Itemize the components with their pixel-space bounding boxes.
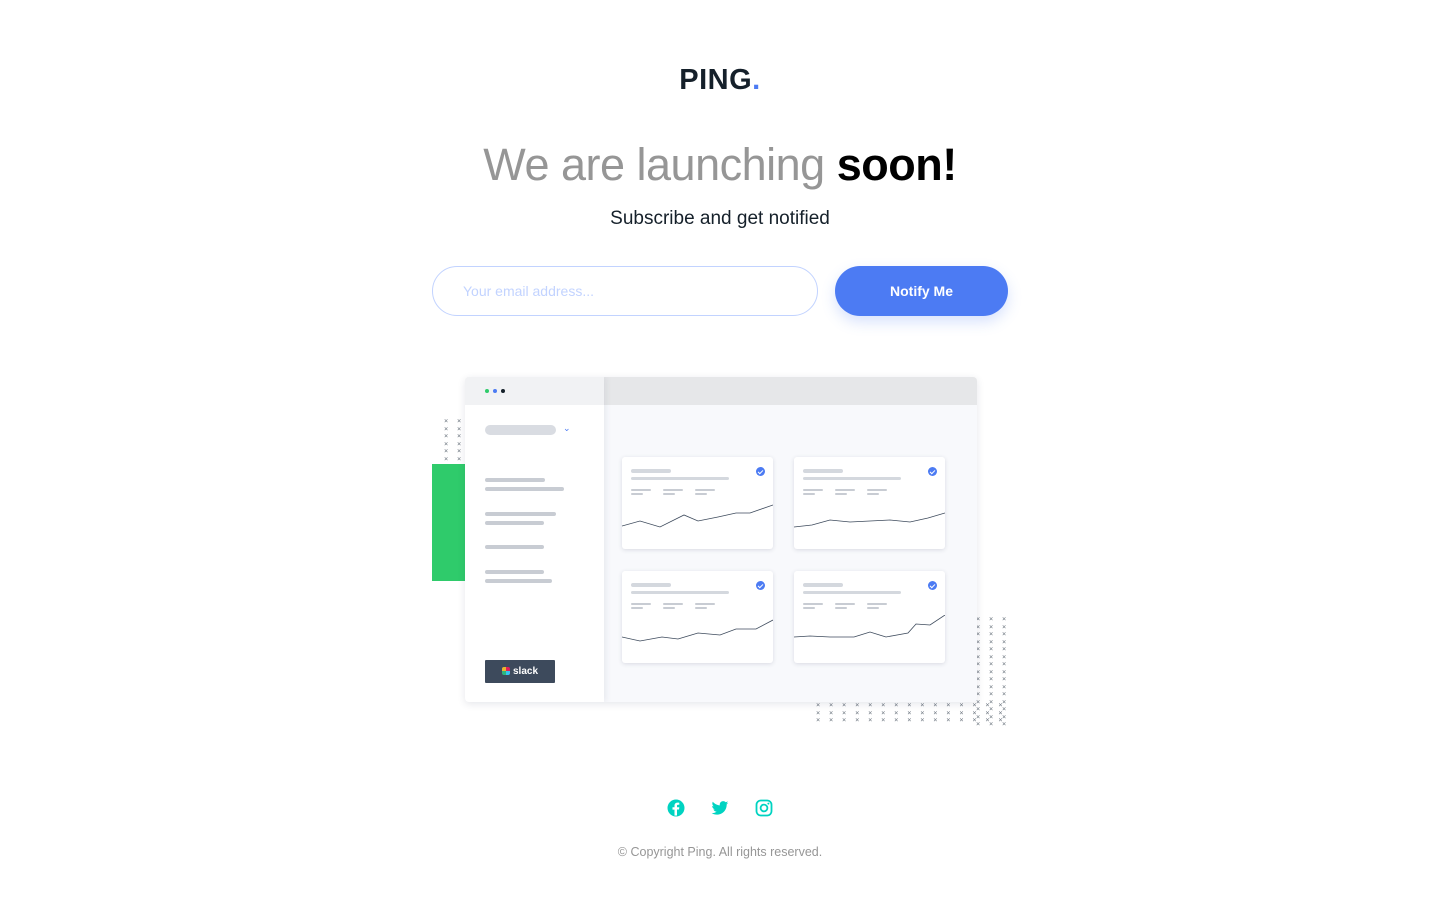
slack-badge: slack <box>485 660 555 683</box>
sidebar-line <box>485 579 552 583</box>
logo-text: PING <box>679 64 753 96</box>
chevron-down-icon: ⌄ <box>563 423 571 433</box>
page: PING. We are launching soon! Subscribe a… <box>0 0 1440 900</box>
headline-light: We are launching <box>483 139 825 190</box>
decorative-x-pattern: × × × × × × × × × × × × × × × × × × × × … <box>816 702 1005 724</box>
subheadline: Subscribe and get notified <box>610 208 830 229</box>
window-dot <box>485 389 489 393</box>
app-window: ⌄ slack <box>465 377 977 702</box>
slack-logo-icon <box>501 667 510 675</box>
sidebar-line <box>485 512 556 516</box>
twitter-icon[interactable] <box>710 798 730 818</box>
check-icon <box>756 467 765 476</box>
copyright: © Copyright Ping. All rights reserved. <box>617 845 823 859</box>
sidebar-line <box>485 545 544 549</box>
stat-card <box>622 571 773 663</box>
workspace-select <box>485 425 556 435</box>
decorative-green-block <box>432 464 466 581</box>
stat-card <box>794 457 945 549</box>
window-dot <box>501 389 505 393</box>
slack-label: slack <box>512 666 539 677</box>
check-icon <box>928 581 937 590</box>
sparkline <box>622 619 773 642</box>
window-dot <box>493 389 497 393</box>
headline-bold: soon! <box>836 139 957 190</box>
app-sidebar: ⌄ slack <box>465 377 604 702</box>
sparkline <box>794 615 945 638</box>
sidebar-line <box>485 478 545 482</box>
stat-card <box>622 457 773 549</box>
email-input[interactable] <box>432 266 818 316</box>
sparkline <box>794 512 945 528</box>
check-icon <box>756 581 765 590</box>
logo: PING. <box>0 64 1440 97</box>
headline: We are launching soon! <box>0 139 1440 191</box>
sparkline <box>622 504 773 528</box>
facebook-icon[interactable] <box>666 798 686 818</box>
stat-card <box>794 571 945 663</box>
sidebar-line <box>485 521 544 525</box>
check-icon <box>928 467 937 476</box>
sidebar-line <box>485 570 544 574</box>
dashboard-illustration: × × × × × × × × × × × × × × × × × × × × … <box>432 372 1010 728</box>
logo-dot: . <box>752 64 761 96</box>
notify-me-button[interactable]: Notify Me <box>835 266 1008 316</box>
sidebar-line <box>485 487 564 491</box>
instagram-icon[interactable] <box>754 798 774 818</box>
